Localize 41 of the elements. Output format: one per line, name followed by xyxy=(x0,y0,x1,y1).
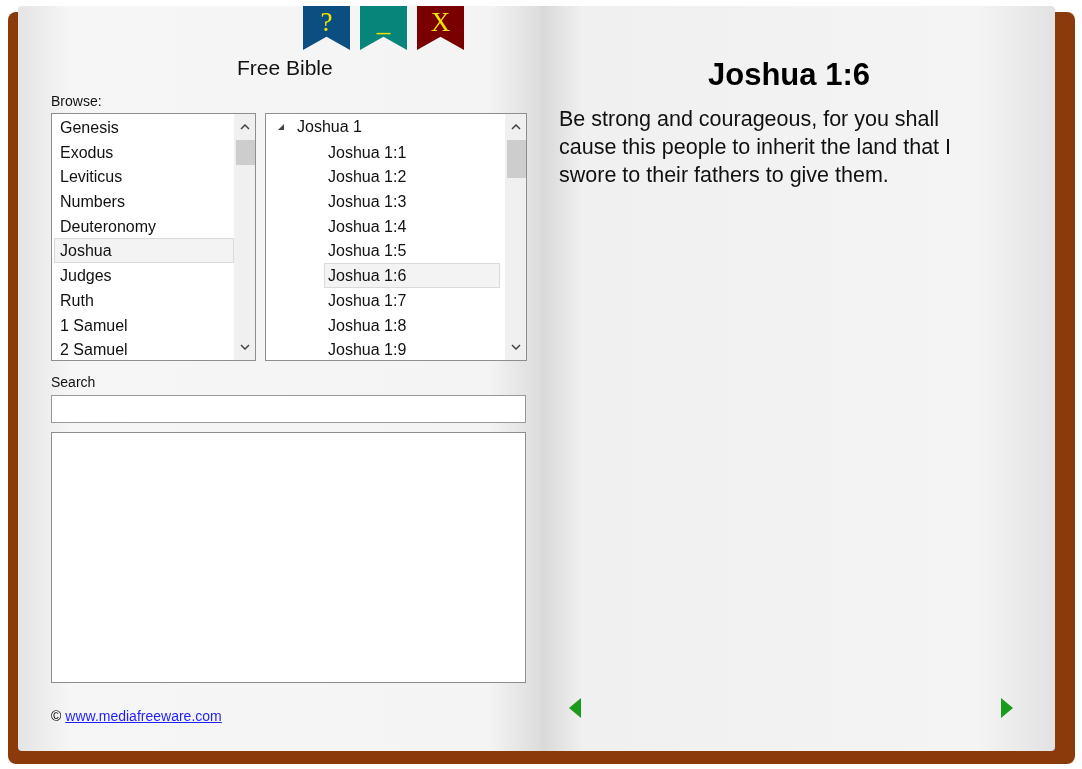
search-field[interactable] xyxy=(51,395,526,423)
book-item[interactable]: Joshua xyxy=(54,238,234,264)
verse-item[interactable]: Joshua 1:5 xyxy=(324,238,500,264)
verse-item[interactable]: Joshua 1:1 xyxy=(324,139,500,165)
verse-item[interactable]: Joshua 1:3 xyxy=(324,189,500,214)
browse-label: Browse: xyxy=(51,92,103,110)
verse-item[interactable]: Joshua 1:7 xyxy=(324,287,500,313)
book-item[interactable]: Genesis xyxy=(54,115,234,140)
book-item[interactable]: Leviticus xyxy=(54,164,234,190)
book-item[interactable]: Ruth xyxy=(54,287,234,313)
scroll-down-icon[interactable] xyxy=(240,344,250,350)
ribbon-button[interactable]: X xyxy=(417,6,464,50)
verse-reference: Joshua 1:6 xyxy=(707,57,871,93)
previous-arrow-icon[interactable] xyxy=(569,698,581,718)
copyright-symbol: © xyxy=(51,708,62,724)
verse-item[interactable]: Joshua 1:8 xyxy=(324,312,500,338)
scroll-thumb[interactable] xyxy=(236,140,255,165)
book-item[interactable]: Exodus xyxy=(54,139,234,165)
book-item[interactable]: 2 Samuel xyxy=(54,337,234,360)
chapter-node[interactable]: Joshua 1 xyxy=(266,115,505,140)
scroll-down-icon[interactable] xyxy=(511,344,521,350)
book-item[interactable]: 1 Samuel xyxy=(54,312,234,338)
ribbon-button[interactable]: ? xyxy=(303,6,350,50)
scroll-up-icon[interactable] xyxy=(240,124,250,130)
book-item[interactable]: Numbers xyxy=(54,189,234,214)
verse-item[interactable]: Joshua 1:6 xyxy=(324,263,500,288)
scroll-thumb[interactable] xyxy=(507,140,526,178)
book-item[interactable]: Deuteronomy xyxy=(54,213,234,239)
next-arrow-icon[interactable] xyxy=(1001,698,1013,718)
verse-item[interactable]: Joshua 1:9 xyxy=(324,337,500,360)
expanded-triangle-icon[interactable] xyxy=(277,123,285,132)
scroll-up-icon[interactable] xyxy=(511,124,521,130)
website-link[interactable]: www.mediafreeware.com xyxy=(65,708,222,724)
app-title: Free Bible xyxy=(237,56,334,80)
book-item[interactable]: Judges xyxy=(54,263,234,288)
search-label: Search xyxy=(51,373,97,391)
verse-item[interactable]: Joshua 1:2 xyxy=(324,164,500,190)
verse-text: Be strong and courageous, for you shall cause this people to inherit the land that I swore to their fathers to give them. xyxy=(559,106,953,189)
verse-item[interactable]: Joshua 1:4 xyxy=(324,213,500,239)
scrollbar[interactable] xyxy=(505,114,526,360)
scrollbar[interactable] xyxy=(234,114,255,360)
